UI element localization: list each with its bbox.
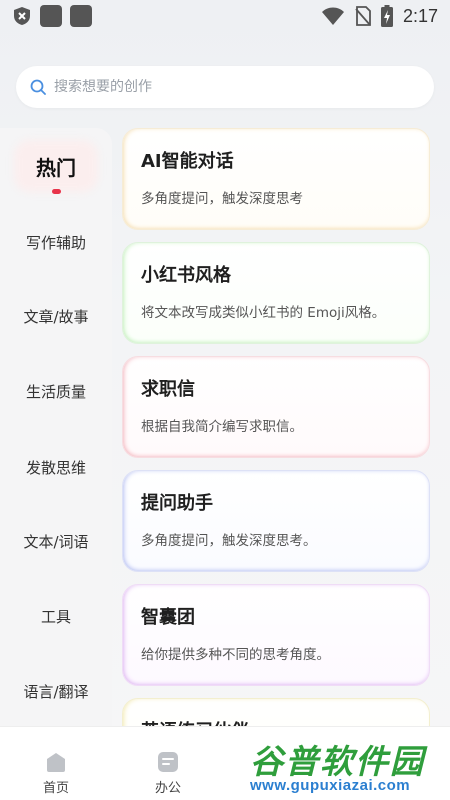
card-description: 给你提供多种不同的思考角度。 (141, 647, 330, 663)
home-icon (47, 753, 65, 772)
sidebar-item-thinking[interactable]: 发散思维 (0, 457, 112, 478)
battery-charging-icon (380, 5, 393, 27)
watermark: 谷普软件园 www.gupuxiazai.com (250, 735, 445, 795)
nav-office[interactable]: 办公 (128, 727, 208, 800)
search-icon (30, 79, 46, 95)
active-indicator (52, 189, 61, 194)
sidebar-item-tools[interactable]: 工具 (0, 606, 112, 627)
shield-icon (14, 7, 30, 25)
card-title: AI智能对话 (141, 151, 234, 172)
feature-card[interactable]: 提问助手 多角度提问，触发深度思考。 (122, 470, 430, 572)
sidebar-item-life[interactable]: 生活质量 (0, 381, 112, 402)
card-title: 小红书风格 (141, 265, 231, 286)
card-description: 将文本改写成类似小红书的 Emoji风格。 (141, 305, 386, 321)
nav-office-label: 办公 (154, 781, 181, 796)
feature-card[interactable]: AI智能对话 多角度提问，触发深度思考 (122, 128, 430, 230)
notification-icon (70, 5, 92, 27)
clock: 2:17 (402, 5, 438, 26)
watermark-title: 谷普软件园 (250, 742, 425, 781)
sidebar-item-text[interactable]: 文本/词语 (0, 531, 112, 552)
feature-card[interactable]: 智囊团 给你提供多种不同的思考角度。 (122, 584, 430, 686)
wifi-icon (321, 7, 344, 25)
card-description: 多角度提问，触发深度思考。 (141, 533, 317, 549)
card-description: 多角度提问，触发深度思考 (141, 191, 303, 207)
card-title: 求职信 (141, 379, 195, 400)
nav-home-label: 首页 (42, 781, 69, 796)
search-input[interactable] (54, 79, 394, 95)
card-description: 根据自我简介编写求职信。 (141, 419, 303, 435)
sidebar-item-language[interactable]: 语言/翻译 (0, 681, 112, 702)
category-sidebar: 热门 写作辅助 文章/故事 生活质量 发散思维 文本/词语 工具 语言/翻译 (0, 128, 112, 728)
no-sim-icon (355, 6, 371, 26)
status-bar: 2:17 (0, 0, 450, 32)
card-title: 提问助手 (141, 493, 213, 514)
feature-card[interactable]: 小红书风格 将文本改写成类似小红书的 Emoji风格。 (122, 242, 430, 344)
search-bar[interactable] (16, 66, 434, 108)
nav-home[interactable]: 首页 (16, 727, 96, 800)
sidebar-item-hot[interactable]: 热门 (0, 152, 112, 181)
sidebar-item-article[interactable]: 文章/故事 (0, 306, 112, 327)
watermark-url: www.gupuxiazai.com (250, 777, 411, 794)
notification-icon (40, 5, 62, 27)
office-icon (158, 752, 178, 772)
card-title: 智囊团 (141, 607, 195, 628)
feature-card[interactable]: 求职信 根据自我简介编写求职信。 (122, 356, 430, 458)
sidebar-item-writing[interactable]: 写作辅助 (0, 232, 112, 253)
